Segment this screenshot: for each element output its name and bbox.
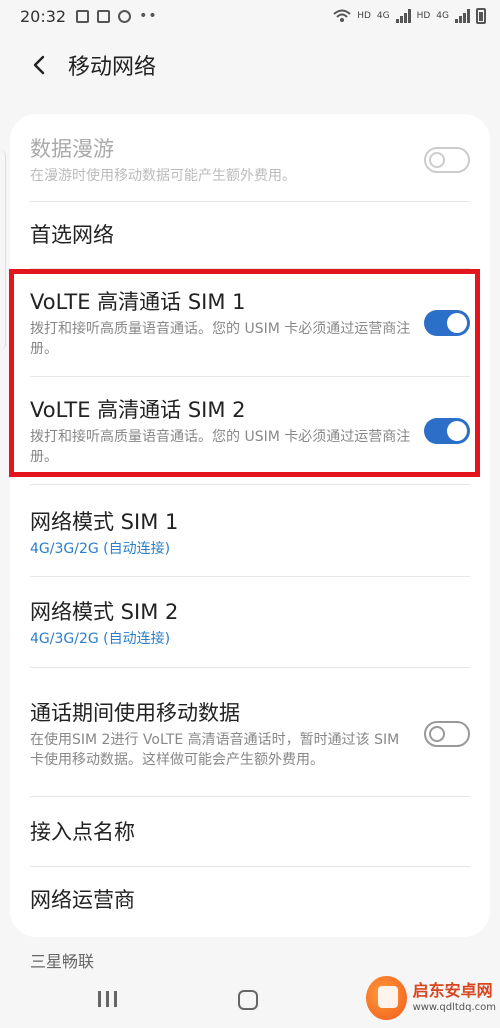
- setting-title: 网络运营商: [30, 888, 135, 912]
- wifi-icon: [333, 9, 351, 22]
- network-type-2: 4G: [436, 11, 449, 21]
- settings-card: 数据漫游 在漫游时使用移动数据可能产生额外费用。 首选网络 VoLTE 高清通话…: [10, 114, 490, 937]
- watermark-name: 启东安卓网: [412, 981, 493, 1000]
- back-arrow-icon: [33, 55, 45, 75]
- signal-icon-sim2: [455, 9, 470, 23]
- hd-label-2: HD: [416, 11, 431, 21]
- battery-icon: [476, 8, 486, 24]
- volte-sim2-toggle[interactable]: [424, 418, 470, 444]
- setting-title: VoLTE 高清通话 SIM 1: [30, 290, 246, 314]
- setting-volte-sim1[interactable]: VoLTE 高清通话 SIM 1 拨打和接听高质量语音通话。您的 USIM 卡必…: [10, 274, 490, 372]
- signal-icon-sim1: [395, 9, 411, 23]
- section-label: 三星畅联: [30, 952, 95, 971]
- setting-data-roaming[interactable]: 数据漫游 在漫游时使用移动数据可能产生额外费用。: [10, 122, 490, 198]
- data-roaming-toggle[interactable]: [424, 147, 470, 173]
- status-bar: 20:32 •• HD 4G HD 4G: [0, 0, 500, 32]
- setting-title: 网络模式 SIM 1: [30, 510, 179, 534]
- divider: [30, 376, 470, 377]
- watermark: 启东安卓网 www.qdltdq.com: [366, 972, 496, 1024]
- app-check-icon: [118, 9, 132, 23]
- setting-network-operators[interactable]: 网络运营商: [10, 868, 490, 932]
- watermark-logo-icon: [366, 976, 407, 1020]
- setting-title: 网络模式 SIM 2: [30, 600, 179, 624]
- divider: [30, 484, 470, 485]
- setting-desc: 在使用SIM 2进行 VoLTE 高清语音通话时，暂时通过该 SIM 卡使用移动…: [30, 732, 400, 768]
- setting-network-mode-sim2[interactable]: 网络模式 SIM 2 4G/3G/2G (自动连接): [10, 584, 490, 662]
- divider: [30, 268, 470, 269]
- page-title: 移动网络: [68, 55, 157, 80]
- volte-sim1-toggle[interactable]: [424, 310, 470, 336]
- gallery-icon: [76, 9, 90, 23]
- setting-preferred-network[interactable]: 首选网络: [10, 202, 490, 268]
- setting-title: 接入点名称: [30, 820, 135, 844]
- more-notifications-icon: ••: [139, 8, 158, 24]
- setting-volte-sim2[interactable]: VoLTE 高清通话 SIM 2 拨打和接听高质量语音通话。您的 USIM 卡必…: [10, 382, 490, 480]
- setting-value: 4G/3G/2G (自动连接): [30, 631, 171, 647]
- divider: [30, 796, 470, 797]
- setting-desc: 拨打和接听高质量语音通话。您的 USIM 卡必须通过运营商注册。: [30, 429, 411, 465]
- setting-desc: 拨打和接听高质量语音通话。您的 USIM 卡必须通过运营商注册。: [30, 321, 411, 357]
- setting-title: 数据漫游: [30, 137, 114, 161]
- home-icon[interactable]: [238, 990, 258, 1010]
- watermark-url: www.qdltdq.com: [412, 1002, 496, 1013]
- data-during-calls-toggle[interactable]: [424, 721, 470, 747]
- setting-value: 4G/3G/2G (自动连接): [30, 541, 171, 557]
- setting-data-during-calls[interactable]: 通话期间使用移动数据 在使用SIM 2进行 VoLTE 高清语音通话时，暂时通过…: [10, 676, 490, 792]
- divider: [30, 667, 470, 668]
- app-header: 移动网络: [0, 40, 500, 90]
- status-time: 20:32: [20, 6, 67, 26]
- network-type-1: 4G: [376, 11, 390, 21]
- back-button[interactable]: [20, 45, 60, 85]
- recents-icon[interactable]: [96, 991, 118, 1009]
- taobao-icon: [97, 9, 111, 23]
- setting-title: 通话期间使用移动数据: [30, 701, 240, 725]
- setting-title: VoLTE 高清通话 SIM 2: [30, 398, 246, 422]
- hd-label-1: HD: [357, 11, 371, 21]
- divider: [30, 866, 470, 867]
- setting-apn[interactable]: 接入点名称: [10, 800, 490, 864]
- edge-panel-handle[interactable]: [0, 150, 6, 350]
- divider: [30, 576, 470, 577]
- setting-title: 首选网络: [30, 223, 114, 247]
- setting-network-mode-sim1[interactable]: 网络模式 SIM 1 4G/3G/2G (自动连接): [10, 494, 490, 572]
- setting-desc: 在漫游时使用移动数据可能产生额外费用。: [30, 168, 296, 184]
